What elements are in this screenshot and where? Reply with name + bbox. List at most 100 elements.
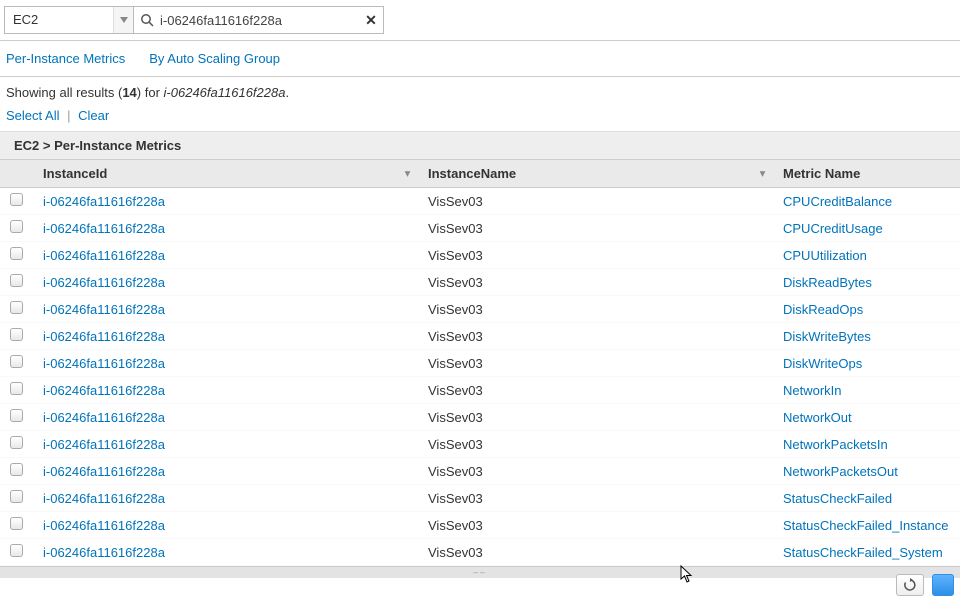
row-checkbox[interactable] — [10, 355, 23, 368]
row-checkbox[interactable] — [10, 301, 23, 314]
metric-link[interactable]: DiskReadOps — [783, 302, 863, 317]
instance-id-link[interactable]: i-06246fa11616f228a — [43, 410, 165, 425]
cell-instance-id: i-06246fa11616f228a — [33, 215, 418, 242]
row-checkbox-cell — [0, 188, 33, 215]
table-row[interactable]: i-06246fa11616f228a VisSev03 DiskReadOps — [0, 296, 960, 323]
metric-link[interactable]: StatusCheckFailed_Instance — [783, 518, 948, 533]
cell-instance-name: VisSev03 — [418, 404, 773, 431]
metric-link[interactable]: StatusCheckFailed_System — [783, 545, 943, 560]
chevron-down-icon: ▾ — [760, 168, 765, 179]
metric-link[interactable]: CPUUtilization — [783, 248, 867, 263]
clear-link[interactable]: Clear — [78, 108, 109, 123]
row-checkbox-cell — [0, 350, 33, 377]
refresh-icon — [903, 578, 917, 592]
row-checkbox[interactable] — [10, 544, 23, 557]
row-checkbox[interactable] — [10, 463, 23, 476]
clear-search-icon[interactable]: ✕ — [359, 12, 383, 29]
instance-id-link[interactable]: i-06246fa11616f228a — [43, 194, 165, 209]
metric-link[interactable]: NetworkPacketsIn — [783, 437, 888, 452]
table-row[interactable]: i-06246fa11616f228aVisSev03StatusCheckFa… — [0, 539, 960, 566]
table-row[interactable]: i-06246fa11616f228a VisSev03 DiskWriteOps — [0, 350, 960, 377]
table-row[interactable]: i-06246fa11616f228aVisSev03CPUUtilizatio… — [0, 242, 960, 269]
row-checkbox[interactable] — [10, 436, 23, 449]
cell-instance-id: i-06246fa11616f228a — [33, 404, 418, 431]
instance-id-link[interactable]: i-06246fa11616f228a — [43, 275, 165, 290]
cell-instance-name: VisSev03 — [418, 269, 773, 296]
cell-instance-name: VisSev03 — [418, 296, 773, 323]
metric-link[interactable]: NetworkIn — [783, 383, 842, 398]
cell-instance-id: i-06246fa11616f228a — [33, 377, 418, 404]
row-checkbox[interactable] — [10, 328, 23, 341]
row-checkbox[interactable] — [10, 517, 23, 530]
instance-id-link[interactable]: i-06246fa11616f228a — [43, 383, 165, 398]
row-checkbox[interactable] — [10, 490, 23, 503]
cell-instance-name: VisSev03 — [418, 431, 773, 458]
metric-link[interactable]: CPUCreditUsage — [783, 221, 883, 236]
refresh-button[interactable] — [896, 574, 924, 596]
footer-buttons — [890, 570, 960, 600]
instance-id-link[interactable]: i-06246fa11616f228a — [43, 248, 165, 263]
metric-link[interactable]: CPUCreditBalance — [783, 194, 892, 209]
instance-id-link[interactable]: i-06246fa11616f228a — [43, 356, 165, 371]
tab-by-auto-scaling-group[interactable]: By Auto Scaling Group — [149, 51, 280, 66]
horizontal-scrollbar[interactable]: ┄┄ — [0, 566, 960, 578]
cell-metric-name: CPUCreditUsage — [773, 215, 960, 242]
cell-instance-name: VisSev03 — [418, 350, 773, 377]
row-checkbox-cell — [0, 404, 33, 431]
table-row[interactable]: i-06246fa11616f228aVisSev03CPUCreditUsag… — [0, 215, 960, 242]
primary-action-button[interactable] — [932, 574, 954, 596]
cell-instance-id: i-06246fa11616f228a — [33, 323, 418, 350]
header-instance-id[interactable]: InstanceId ▾ — [33, 160, 418, 188]
row-checkbox[interactable] — [10, 409, 23, 422]
select-all-link[interactable]: Select All — [6, 108, 59, 123]
cell-metric-name: StatusCheckFailed_System — [773, 539, 960, 566]
table-row[interactable]: i-06246fa11616f228aVisSev03StatusCheckFa… — [0, 512, 960, 539]
table-row[interactable]: i-06246fa11616f228aVisSev03NetworkIn — [0, 377, 960, 404]
instance-id-link[interactable]: i-06246fa11616f228a — [43, 491, 165, 506]
instance-id-link[interactable]: i-06246fa11616f228a — [43, 221, 165, 236]
row-checkbox[interactable] — [10, 247, 23, 260]
row-checkbox[interactable] — [10, 220, 23, 233]
instance-id-link[interactable]: i-06246fa11616f228a — [43, 464, 165, 479]
instance-id-link[interactable]: i-06246fa11616f228a — [43, 437, 165, 452]
summary-mid: ) for — [137, 85, 164, 100]
row-checkbox-cell — [0, 485, 33, 512]
table-row[interactable]: i-06246fa11616f228aVisSev03CPUCreditBala… — [0, 188, 960, 215]
instance-id-link[interactable]: i-06246fa11616f228a — [43, 545, 165, 560]
cell-instance-id: i-06246fa11616f228a — [33, 296, 418, 323]
table-row[interactable]: i-06246fa11616f228aVisSev03NetworkPacket… — [0, 458, 960, 485]
table-row[interactable]: i-06246fa11616f228a VisSev03 NetworkOut — [0, 404, 960, 431]
cell-metric-name: CPUCreditBalance — [773, 188, 960, 215]
row-checkbox[interactable] — [10, 193, 23, 206]
summary-suffix: . — [285, 85, 289, 100]
row-checkbox-cell — [0, 458, 33, 485]
row-checkbox-cell — [0, 431, 33, 458]
metric-link[interactable]: DiskReadBytes — [783, 275, 872, 290]
namespace-label: EC2 — [5, 7, 113, 33]
metric-link[interactable]: StatusCheckFailed — [783, 491, 892, 506]
header-metric-name[interactable]: Metric Name — [773, 160, 960, 188]
tab-per-instance-metrics[interactable]: Per-Instance Metrics — [6, 51, 125, 66]
metric-link[interactable]: NetworkOut — [783, 410, 852, 425]
table-row[interactable]: i-06246fa11616f228aVisSev03DiskWriteByte… — [0, 323, 960, 350]
namespace-dropdown[interactable]: EC2 — [4, 6, 134, 34]
row-checkbox[interactable] — [10, 382, 23, 395]
search-input[interactable] — [160, 8, 359, 32]
instance-id-link[interactable]: i-06246fa11616f228a — [43, 518, 165, 533]
header-instance-name[interactable]: InstanceName ▾ — [418, 160, 773, 188]
summary-count: 14 — [122, 85, 136, 100]
instance-id-link[interactable]: i-06246fa11616f228a — [43, 329, 165, 344]
table-row[interactable]: i-06246fa11616f228aVisSev03StatusCheckFa… — [0, 485, 960, 512]
cell-instance-id: i-06246fa11616f228a — [33, 458, 418, 485]
table-row[interactable]: i-06246fa11616f228a VisSev03 DiskReadBytes — [0, 269, 960, 296]
cell-metric-name: NetworkPacketsOut — [773, 458, 960, 485]
cell-metric-name: DiskWriteOps — [773, 350, 960, 377]
cell-instance-id: i-06246fa11616f228a — [33, 539, 418, 566]
metric-link[interactable]: DiskWriteBytes — [783, 329, 871, 344]
chevron-down-icon: ▾ — [405, 168, 410, 179]
metric-link[interactable]: NetworkPacketsOut — [783, 464, 898, 479]
metric-link[interactable]: DiskWriteOps — [783, 356, 862, 371]
row-checkbox[interactable] — [10, 274, 23, 287]
instance-id-link[interactable]: i-06246fa11616f228a — [43, 302, 165, 317]
table-row[interactable]: i-06246fa11616f228a VisSev03 NetworkPacket… — [0, 431, 960, 458]
